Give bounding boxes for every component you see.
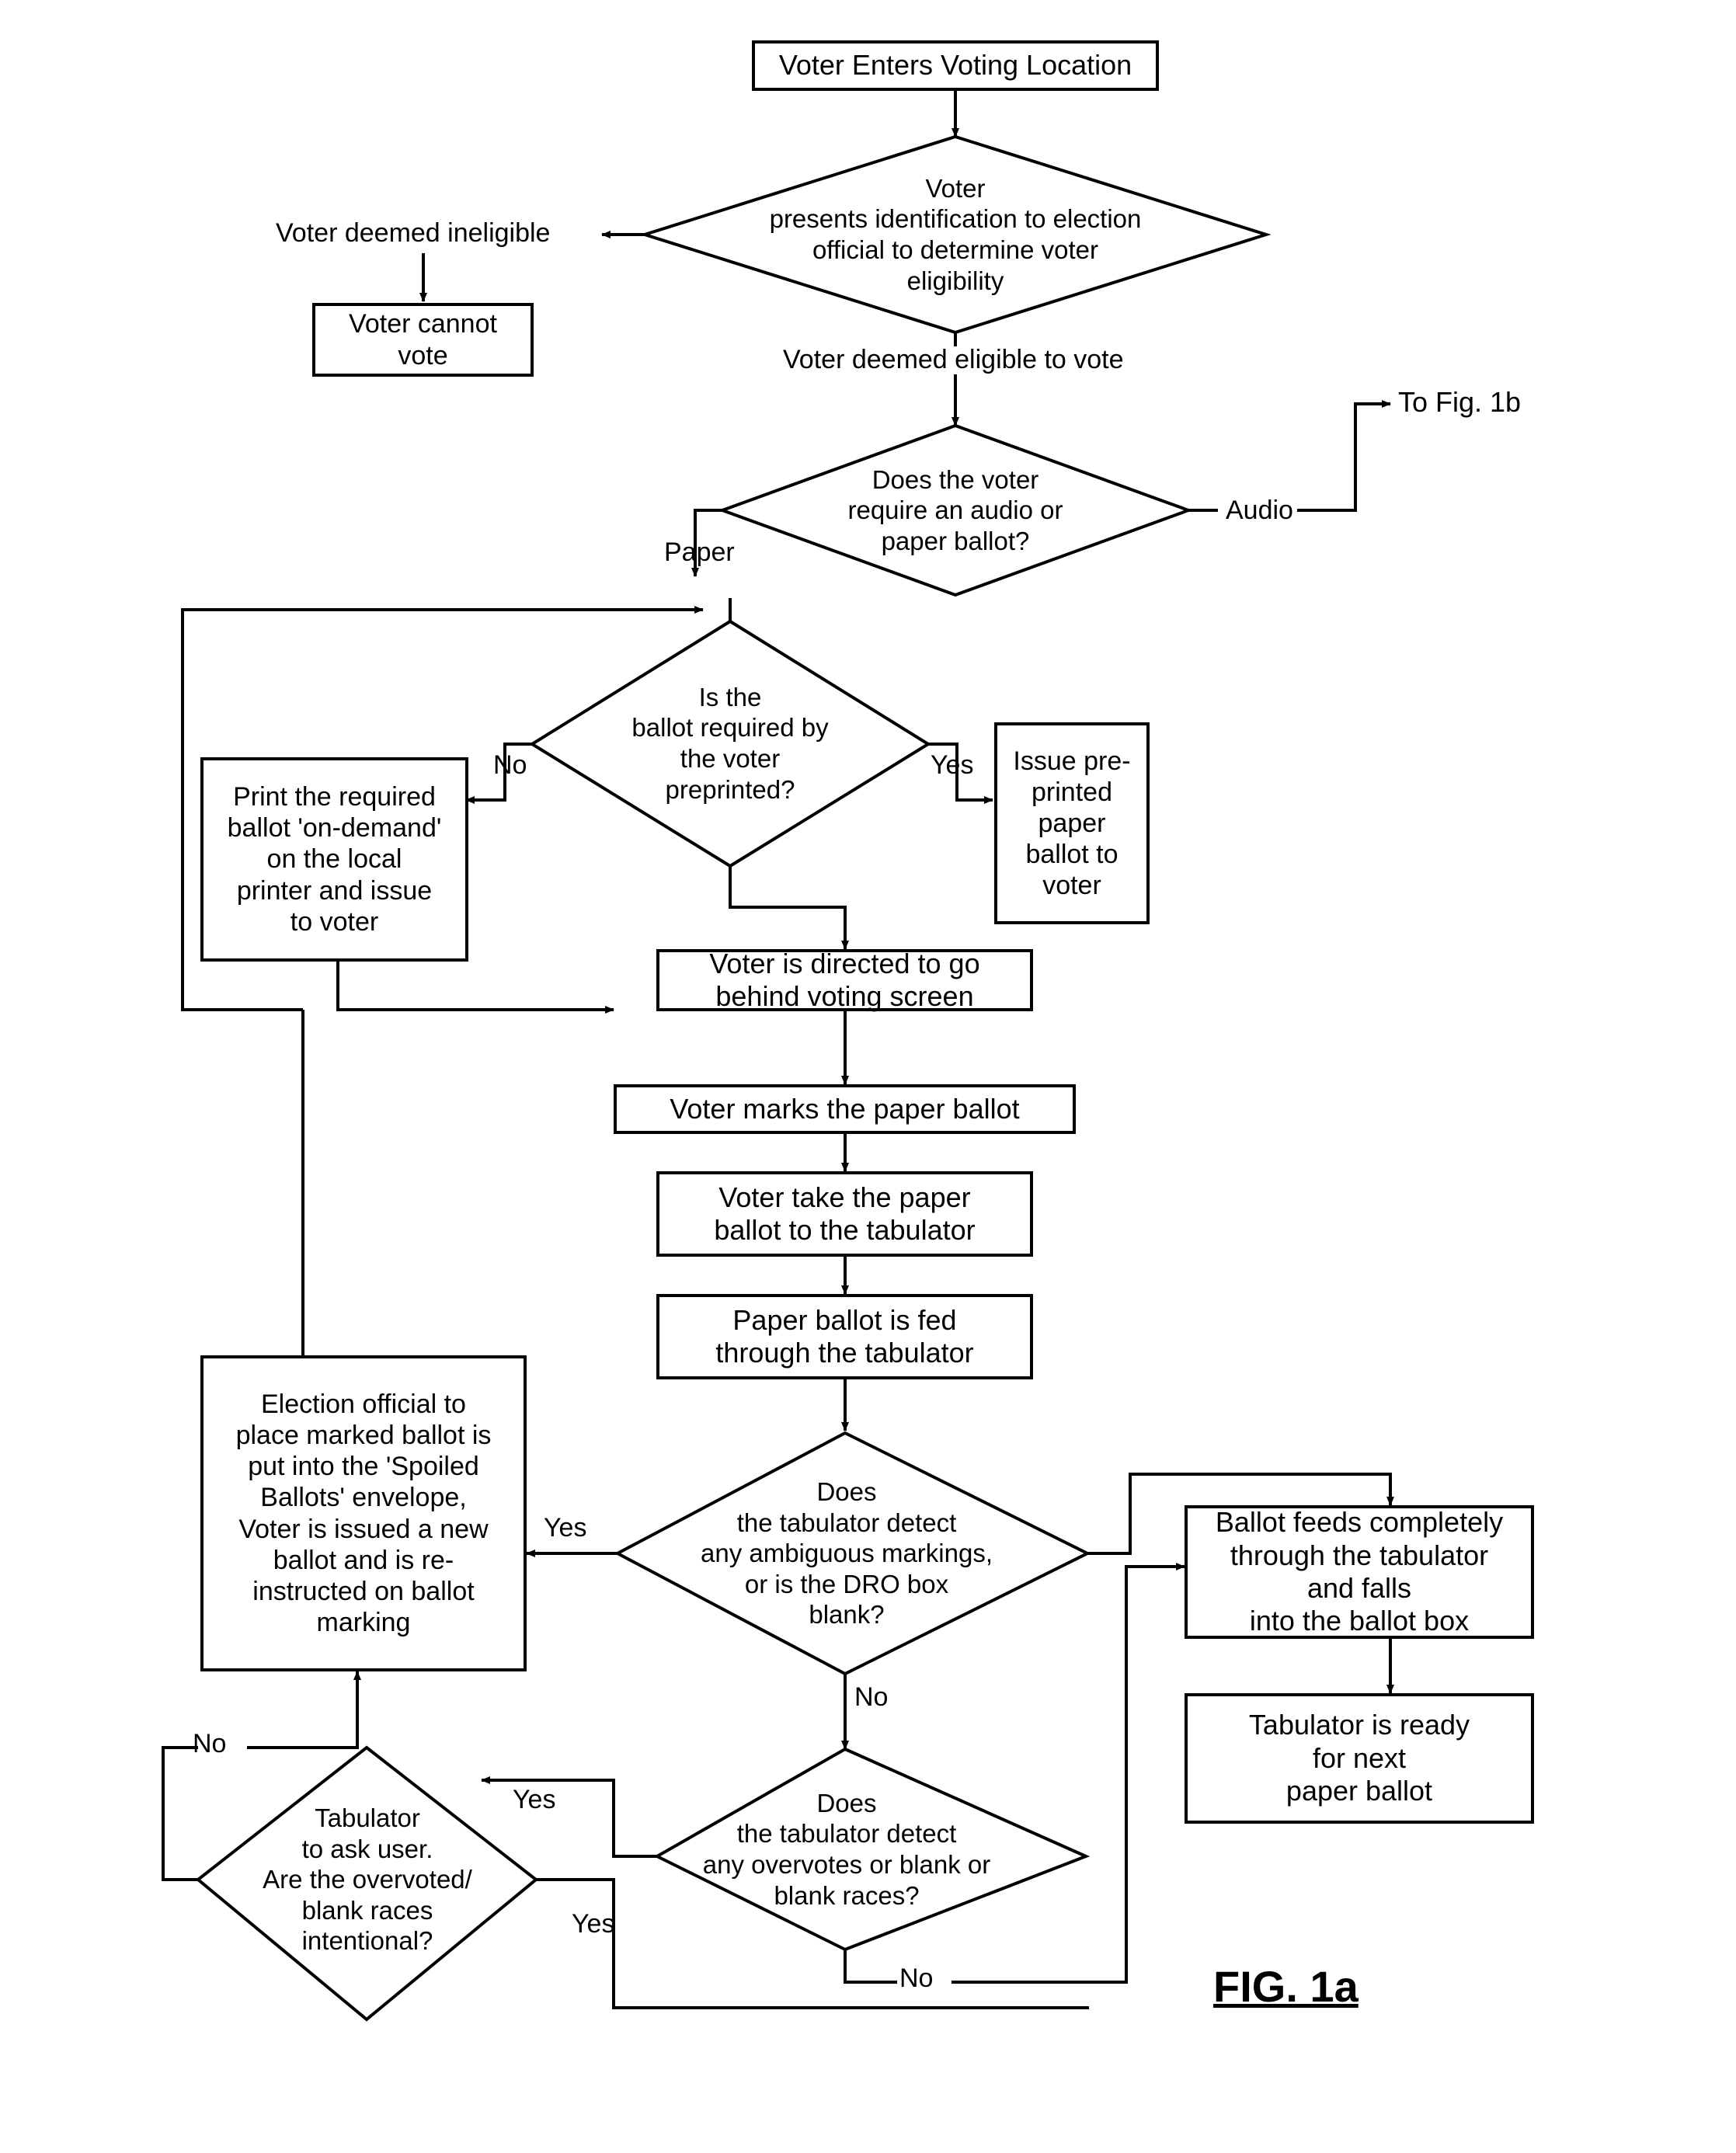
- figure-number: FIG. 1a: [1213, 1962, 1359, 2011]
- process-behind-screen: Voter is directed to go behind voting sc…: [656, 948, 1033, 1012]
- process-start: Voter Enters Voting Location: [752, 40, 1159, 91]
- process-marks-ballot: Voter marks the paper ballot: [614, 1084, 1076, 1134]
- edge-label-overvote-yes: Yes: [513, 1785, 556, 1814]
- process-fed-through-tabulator: Paper ballot is fed through the tabulato…: [656, 1294, 1033, 1379]
- edge-label-preprinted-yes: Yes: [931, 750, 974, 780]
- edge-label-audio: Audio: [1226, 496, 1293, 525]
- edge-ask-no-to-official: [247, 1671, 361, 1749]
- label-voter-deemed-eligible: Voter deemed eligible to vote: [783, 345, 1124, 374]
- edge-preprinted-to-screen: [729, 866, 849, 950]
- process-print-on-demand: Print the required ballot 'on-demand' on…: [200, 757, 468, 962]
- decision-ask-user-label: Tabulator to ask user. Are the overvoted…: [263, 1803, 472, 1956]
- edge-label-ambiguous-yes: Yes: [544, 1513, 587, 1543]
- figure-sheet: Voter presents identification to electio…: [0, 0, 1736, 2153]
- process-ready-next-ballot: Tabulator is ready for next paper ballot: [1185, 1693, 1534, 1824]
- edge-label-ambiguous-no: No: [854, 1682, 889, 1712]
- process-feeds-completely: Ballot feeds completely through the tabu…: [1185, 1505, 1534, 1639]
- process-voter-cannot-vote: Voter cannot vote: [312, 303, 534, 377]
- label-voter-deemed-ineligible: Voter deemed ineligible: [276, 218, 551, 248]
- process-issue-preprinted: Issue pre- printed paper ballot to voter: [994, 722, 1150, 924]
- decision-preprinted-check-label: Is the ballot required by the voter prep…: [631, 682, 829, 804]
- edge-print-to-screen: [336, 962, 614, 1014]
- edge-label-paper: Paper: [664, 537, 735, 567]
- edge-overvote-no-stub: [844, 1950, 897, 1984]
- edge-label-preprinted-no: No: [493, 750, 527, 780]
- decision-identity-check-label: Voter presents identification to electio…: [769, 173, 1142, 295]
- decision-ambiguous-check-label: Does the tabulator detect any ambiguous …: [700, 1477, 993, 1630]
- edge-label-overvote-no: No: [899, 1963, 934, 1993]
- process-take-to-tabulator: Voter take the paper ballot to the tabul…: [656, 1171, 1033, 1257]
- label-to-fig-1b: To Fig. 1b: [1398, 386, 1522, 418]
- edge-label-ask-yes: Yes: [572, 1909, 615, 1939]
- decision-ballot-type-label: Does the voter require an audio or paper…: [847, 464, 1063, 555]
- edge-audio-to-fig1b: [1297, 400, 1391, 512]
- process-spoiled-ballot: Election official to place marked ballot…: [200, 1355, 527, 1671]
- decision-overvote-check-label: Does the tabulator detect any overvotes …: [702, 1788, 991, 1910]
- edge-label-ask-no: No: [193, 1729, 227, 1758]
- edge-ask-no-stub: [162, 1746, 198, 1881]
